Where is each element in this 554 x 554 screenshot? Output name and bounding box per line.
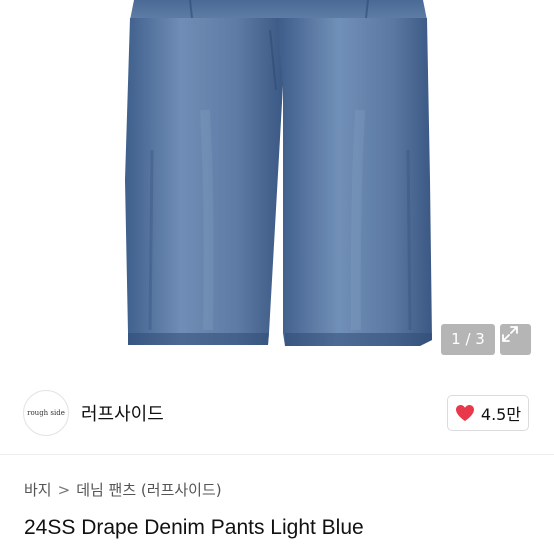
breadcrumb-category[interactable]: 바지 [24,479,52,500]
like-count: 4.5만 [480,405,522,424]
breadcrumb: 바지 > 데님 팬츠 (러프사이드) [24,479,222,500]
seller-logo-text: rough side [27,409,65,417]
expand-arrows-icon [502,326,518,342]
product-title: 24SS Drape Denim Pants Light Blue [24,516,364,539]
breadcrumb-subcategory[interactable]: 데님 팬츠 (러프사이드) [76,479,221,500]
seller-row[interactable]: rough side 러프사이드 4.5만 [0,374,554,455]
seller-name[interactable]: 러프사이드 [81,400,164,426]
heart-icon [455,405,474,421]
like-button[interactable]: 4.5만 [447,395,529,431]
product-image-gallery[interactable]: 1 / 3 [0,0,554,374]
image-counter: 1 / 3 [441,324,495,355]
expand-button[interactable] [500,324,531,355]
seller-logo[interactable]: rough side [23,390,69,436]
breadcrumb-separator: > [57,480,71,499]
denim-pants-image[interactable] [0,0,554,374]
